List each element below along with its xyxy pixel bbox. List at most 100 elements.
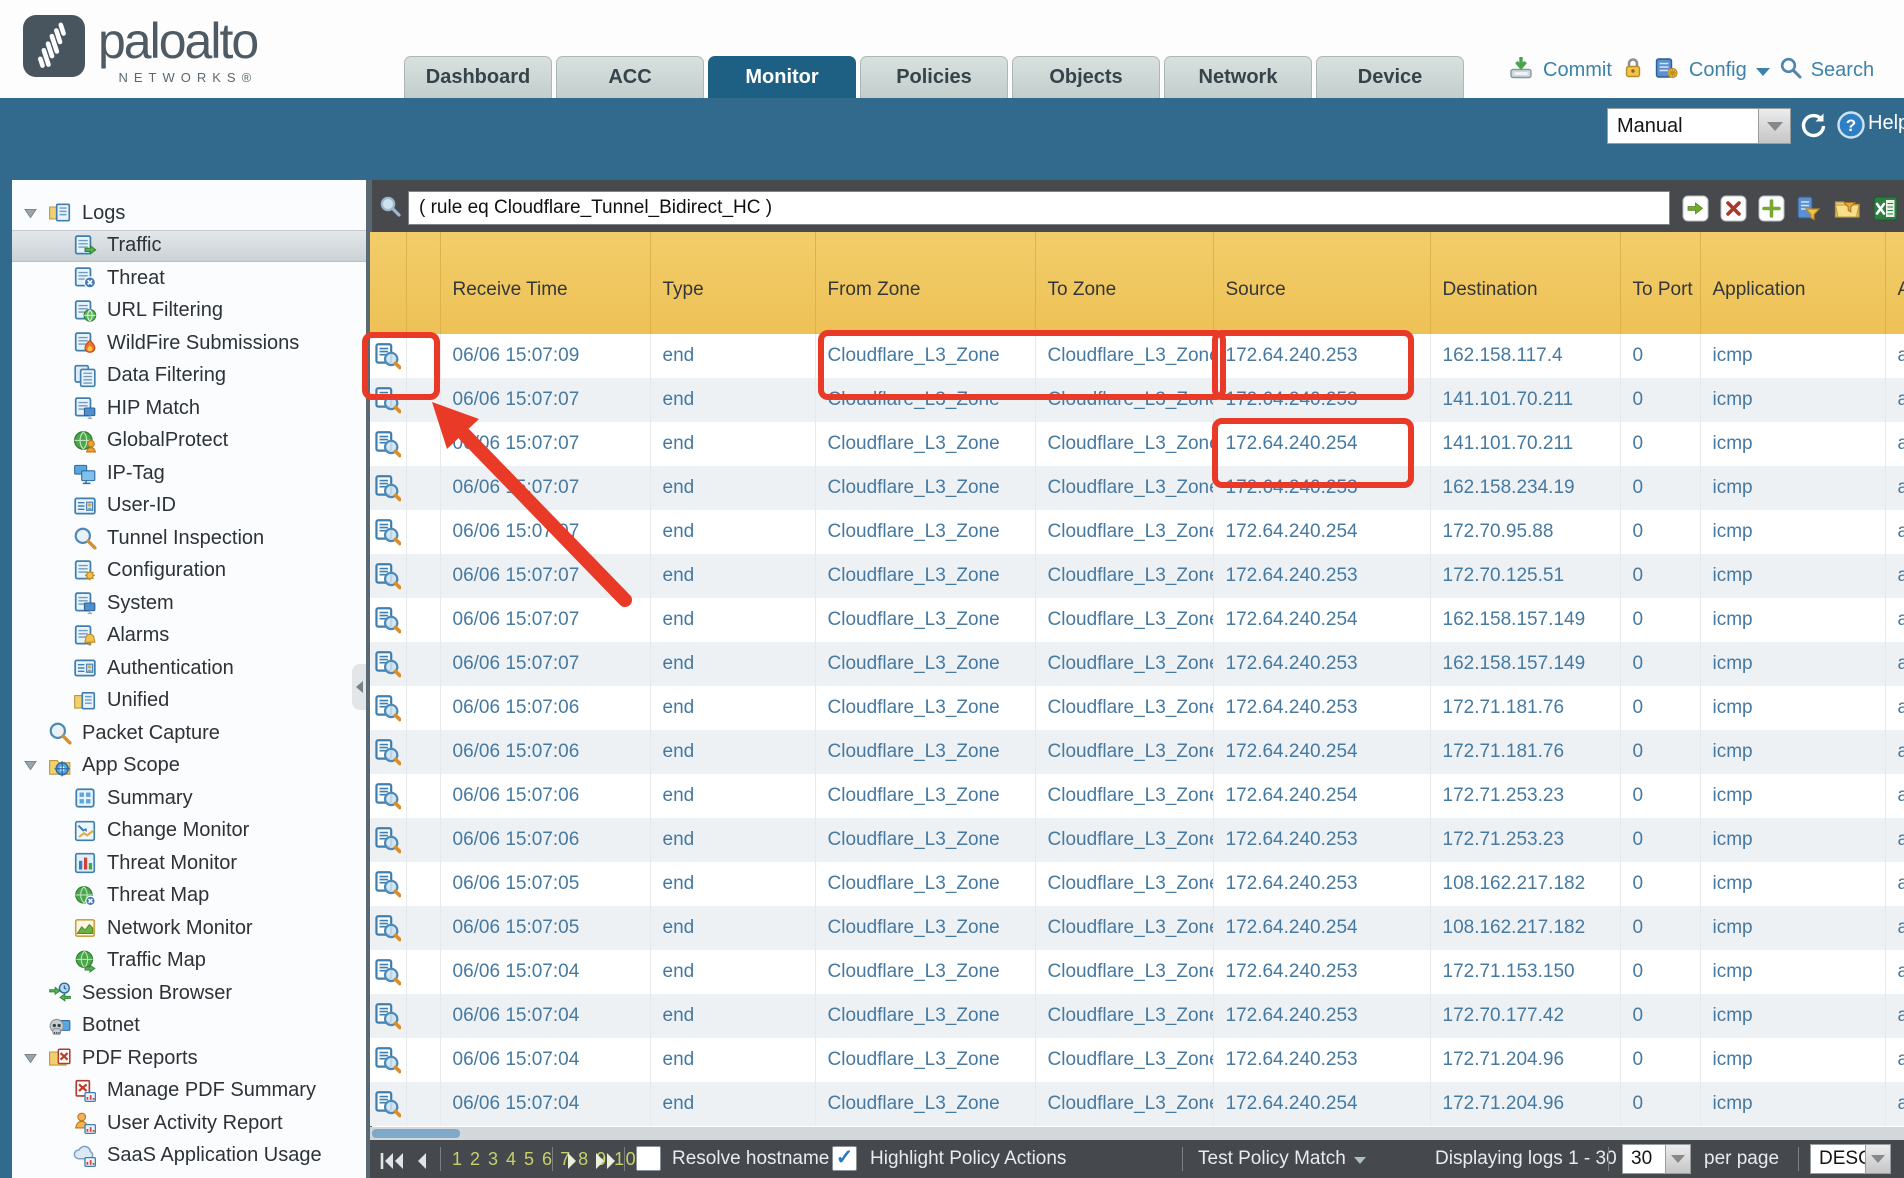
tab-device[interactable]: Device	[1316, 56, 1464, 98]
config-caret-icon[interactable]	[1756, 68, 1770, 76]
cell-type[interactable]: end	[650, 1082, 815, 1126]
cell-action[interactable]: a	[1885, 1038, 1904, 1082]
sidebar-item-network-monitor[interactable]: Network Monitor	[12, 912, 366, 945]
cell-to-zone[interactable]: Cloudflare_L3_Zone	[1035, 1082, 1213, 1126]
column-header-to_port[interactable]: To Port	[1620, 232, 1700, 334]
cell-to-zone[interactable]: Cloudflare_L3_Zone	[1035, 642, 1213, 686]
cell-source[interactable]: 172.64.240.253	[1213, 1038, 1430, 1082]
cell-destination[interactable]: 108.162.217.182	[1430, 906, 1620, 950]
help-label[interactable]: Help	[1868, 112, 1904, 135]
cell-application[interactable]: icmp	[1700, 774, 1885, 818]
sidebar-item-traffic[interactable]: Traffic	[12, 230, 366, 263]
cell-destination[interactable]: 108.162.217.182	[1430, 862, 1620, 906]
cell-application[interactable]: icmp	[1700, 862, 1885, 906]
apply-filter-button[interactable]	[1682, 195, 1709, 222]
sidebar-item-unified[interactable]: Unified	[12, 685, 366, 718]
cell-to-port[interactable]: 0	[1620, 598, 1700, 642]
cell-type[interactable]: end	[650, 642, 815, 686]
cell-type[interactable]: end	[650, 994, 815, 1038]
sidebar-item-saas-application-usage[interactable]: SaaS Application Usage	[12, 1140, 366, 1173]
cell-to-zone[interactable]: Cloudflare_L3_Zone	[1035, 774, 1213, 818]
cell-from-zone[interactable]: Cloudflare_L3_Zone	[815, 1038, 1035, 1082]
cell-action[interactable]: a	[1885, 466, 1904, 510]
cell-action[interactable]: a	[1885, 510, 1904, 554]
cell-to-port[interactable]: 0	[1620, 686, 1700, 730]
cell-to-port[interactable]: 0	[1620, 774, 1700, 818]
cell-destination[interactable]: 172.71.153.150	[1430, 950, 1620, 994]
cell-action[interactable]: a	[1885, 554, 1904, 598]
sidebar-item-packet-capture[interactable]: Packet Capture	[12, 717, 366, 750]
log-detail-button[interactable]	[370, 686, 406, 730]
cell-action[interactable]: a	[1885, 862, 1904, 906]
column-header-source[interactable]: Source	[1213, 232, 1430, 334]
sidebar-item-configuration[interactable]: Configuration	[12, 555, 366, 588]
cell-action[interactable]: a	[1885, 1082, 1904, 1126]
column-header-receive_time[interactable]: Receive Time	[440, 232, 650, 334]
test-policy-match-menu[interactable]: Test Policy Match	[1198, 1140, 1366, 1178]
cell-destination[interactable]: 172.70.125.51	[1430, 554, 1620, 598]
column-header-flag[interactable]	[406, 232, 440, 334]
cell-to-port[interactable]: 0	[1620, 510, 1700, 554]
cell-type[interactable]: end	[650, 1038, 815, 1082]
cell-type[interactable]: end	[650, 818, 815, 862]
sidebar-item-globalprotect[interactable]: GlobalProtect	[12, 425, 366, 458]
cell-application[interactable]: icmp	[1700, 950, 1885, 994]
per-page-dropdown-button[interactable]	[1665, 1144, 1691, 1174]
sidebar-collapse-handle[interactable]	[352, 664, 366, 710]
filter-builder-button[interactable]	[1796, 195, 1823, 222]
cell-destination[interactable]: 172.71.181.76	[1430, 730, 1620, 774]
highlight-policy-actions-checkbox[interactable]: ✓	[832, 1146, 857, 1171]
cell-source[interactable]: 172.64.240.253	[1213, 950, 1430, 994]
refresh-icon[interactable]	[1798, 110, 1828, 145]
cell-to-port[interactable]: 0	[1620, 334, 1700, 378]
sidebar-item-data-filtering[interactable]: Data Filtering	[12, 360, 366, 393]
cell-to-port[interactable]: 0	[1620, 1038, 1700, 1082]
cell-source[interactable]: 172.64.240.254	[1213, 906, 1430, 950]
expander-triangle-icon[interactable]	[24, 760, 38, 771]
cell-source[interactable]: 172.64.240.253	[1213, 686, 1430, 730]
cell-from-zone[interactable]: Cloudflare_L3_Zone	[815, 906, 1035, 950]
cell-destination[interactable]: 172.71.204.96	[1430, 1082, 1620, 1126]
cell-from-zone[interactable]: Cloudflare_L3_Zone	[815, 774, 1035, 818]
sidebar-item-authentication[interactable]: Authentication	[12, 652, 366, 685]
saved-filters-button[interactable]	[1834, 195, 1861, 222]
expander-triangle-icon[interactable]	[24, 208, 38, 219]
cell-from-zone[interactable]: Cloudflare_L3_Zone	[815, 554, 1035, 598]
column-header-action[interactable]: A	[1885, 232, 1904, 334]
sidebar-item-hip-match[interactable]: HIP Match	[12, 392, 366, 425]
cell-action[interactable]: a	[1885, 730, 1904, 774]
cell-to-zone[interactable]: Cloudflare_L3_Zone	[1035, 950, 1213, 994]
cell-destination[interactable]: 162.158.117.4	[1430, 334, 1620, 378]
commit-button[interactable]: Commit	[1543, 59, 1612, 82]
cell-type[interactable]: end	[650, 730, 815, 774]
cell-destination[interactable]: 162.158.157.149	[1430, 642, 1620, 686]
cell-to-port[interactable]: 0	[1620, 378, 1700, 422]
sidebar-item-manage-pdf-summary[interactable]: Manage PDF Summary	[12, 1075, 366, 1108]
log-detail-button[interactable]	[370, 862, 406, 906]
cell-action[interactable]: a	[1885, 642, 1904, 686]
cell-from-zone[interactable]: Cloudflare_L3_Zone	[815, 862, 1035, 906]
cell-destination[interactable]: 141.101.70.211	[1430, 422, 1620, 466]
last-page-button[interactable]	[594, 1148, 620, 1178]
sidebar-item-app-scope[interactable]: App Scope	[12, 750, 366, 783]
cell-source[interactable]: 172.64.240.254	[1213, 598, 1430, 642]
cell-application[interactable]: icmp	[1700, 510, 1885, 554]
column-header-application[interactable]: Application	[1700, 232, 1885, 334]
auto-refresh-select[interactable]: Manual	[1607, 108, 1759, 144]
cell-destination[interactable]: 172.71.253.23	[1430, 774, 1620, 818]
cell-to-zone[interactable]: Cloudflare_L3_Zone	[1035, 510, 1213, 554]
cell-to-zone[interactable]: Cloudflare_L3_Zone	[1035, 906, 1213, 950]
cell-to-port[interactable]: 0	[1620, 642, 1700, 686]
sidebar-item-logs[interactable]: Logs	[12, 197, 366, 230]
cell-to-port[interactable]: 0	[1620, 862, 1700, 906]
log-detail-button[interactable]	[370, 950, 406, 994]
cell-destination[interactable]: 141.101.70.211	[1430, 378, 1620, 422]
log-detail-button[interactable]	[370, 1038, 406, 1082]
sidebar-item-botnet[interactable]: Botnet	[12, 1010, 366, 1043]
cell-application[interactable]: icmp	[1700, 422, 1885, 466]
log-detail-button[interactable]	[370, 1082, 406, 1126]
log-detail-button[interactable]	[370, 642, 406, 686]
cell-action[interactable]: a	[1885, 334, 1904, 378]
cell-to-port[interactable]: 0	[1620, 422, 1700, 466]
cell-from-zone[interactable]: Cloudflare_L3_Zone	[815, 686, 1035, 730]
